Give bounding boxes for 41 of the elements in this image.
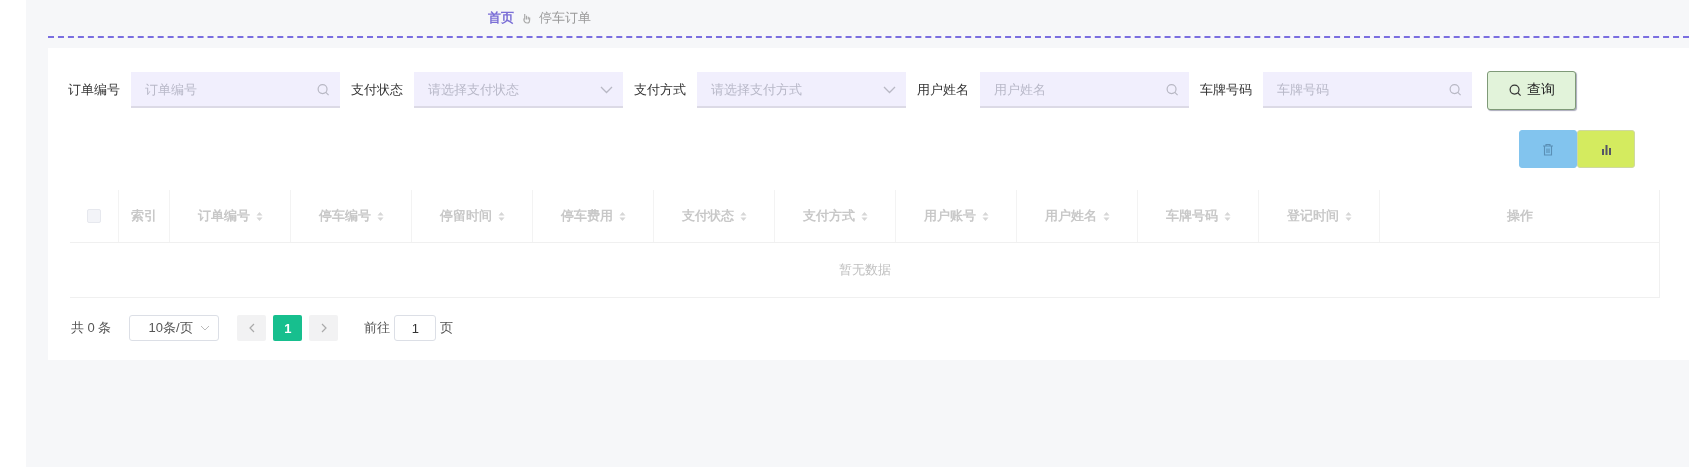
next-page-button[interactable] [309,315,339,341]
chevron-down-icon [200,325,211,331]
breadcrumb-item[interactable]: 首页 [488,9,514,27]
filter-label: 支付方式 [634,81,686,99]
select-all-checkbox[interactable] [87,209,101,223]
sort-icon[interactable] [255,210,263,222]
page-size-select[interactable]: 10条/页 [129,315,220,341]
search-icon [317,83,330,97]
sort-icon[interactable] [618,210,626,222]
query-button[interactable]: 查询 [1487,70,1576,110]
previous-page-button[interactable] [237,315,267,341]
sort-icon[interactable] [739,210,747,222]
total-count: 共 0 条 [71,319,112,337]
delete-button[interactable] [1519,130,1577,168]
search-icon [1508,83,1522,97]
chevron-down-icon [883,86,896,94]
sort-icon[interactable] [376,210,384,222]
chevron-down-icon [600,86,613,94]
sort-icon[interactable] [1223,210,1231,222]
filter-label: 支付状态 [351,81,403,99]
chart-button[interactable] [1577,130,1635,168]
sort-icon[interactable] [860,210,868,222]
sort-icon[interactable] [981,210,989,222]
bar-chart-icon [1600,143,1612,155]
sort-icon[interactable] [497,210,505,222]
goto-page-field[interactable]: 1 [394,315,437,341]
sort-icon[interactable] [1344,210,1352,222]
filter-label: 用户姓名 [917,81,969,99]
goto-label: 前往 [364,319,391,337]
search-icon [1449,83,1462,97]
hand-icon [522,12,531,24]
chevron-right-icon [320,323,327,333]
breadcrumb-item: 停车订单 [539,9,591,27]
sort-icon[interactable] [1102,210,1110,222]
trash-icon [1542,142,1554,156]
empty-text: 暂无数据 [838,261,891,279]
search-icon [1166,83,1179,97]
page-suffix: 页 [440,319,454,337]
chevron-left-icon [248,323,255,333]
filter-label: 车牌号码 [1200,81,1252,99]
filter-label: 订单编号 [68,81,120,99]
